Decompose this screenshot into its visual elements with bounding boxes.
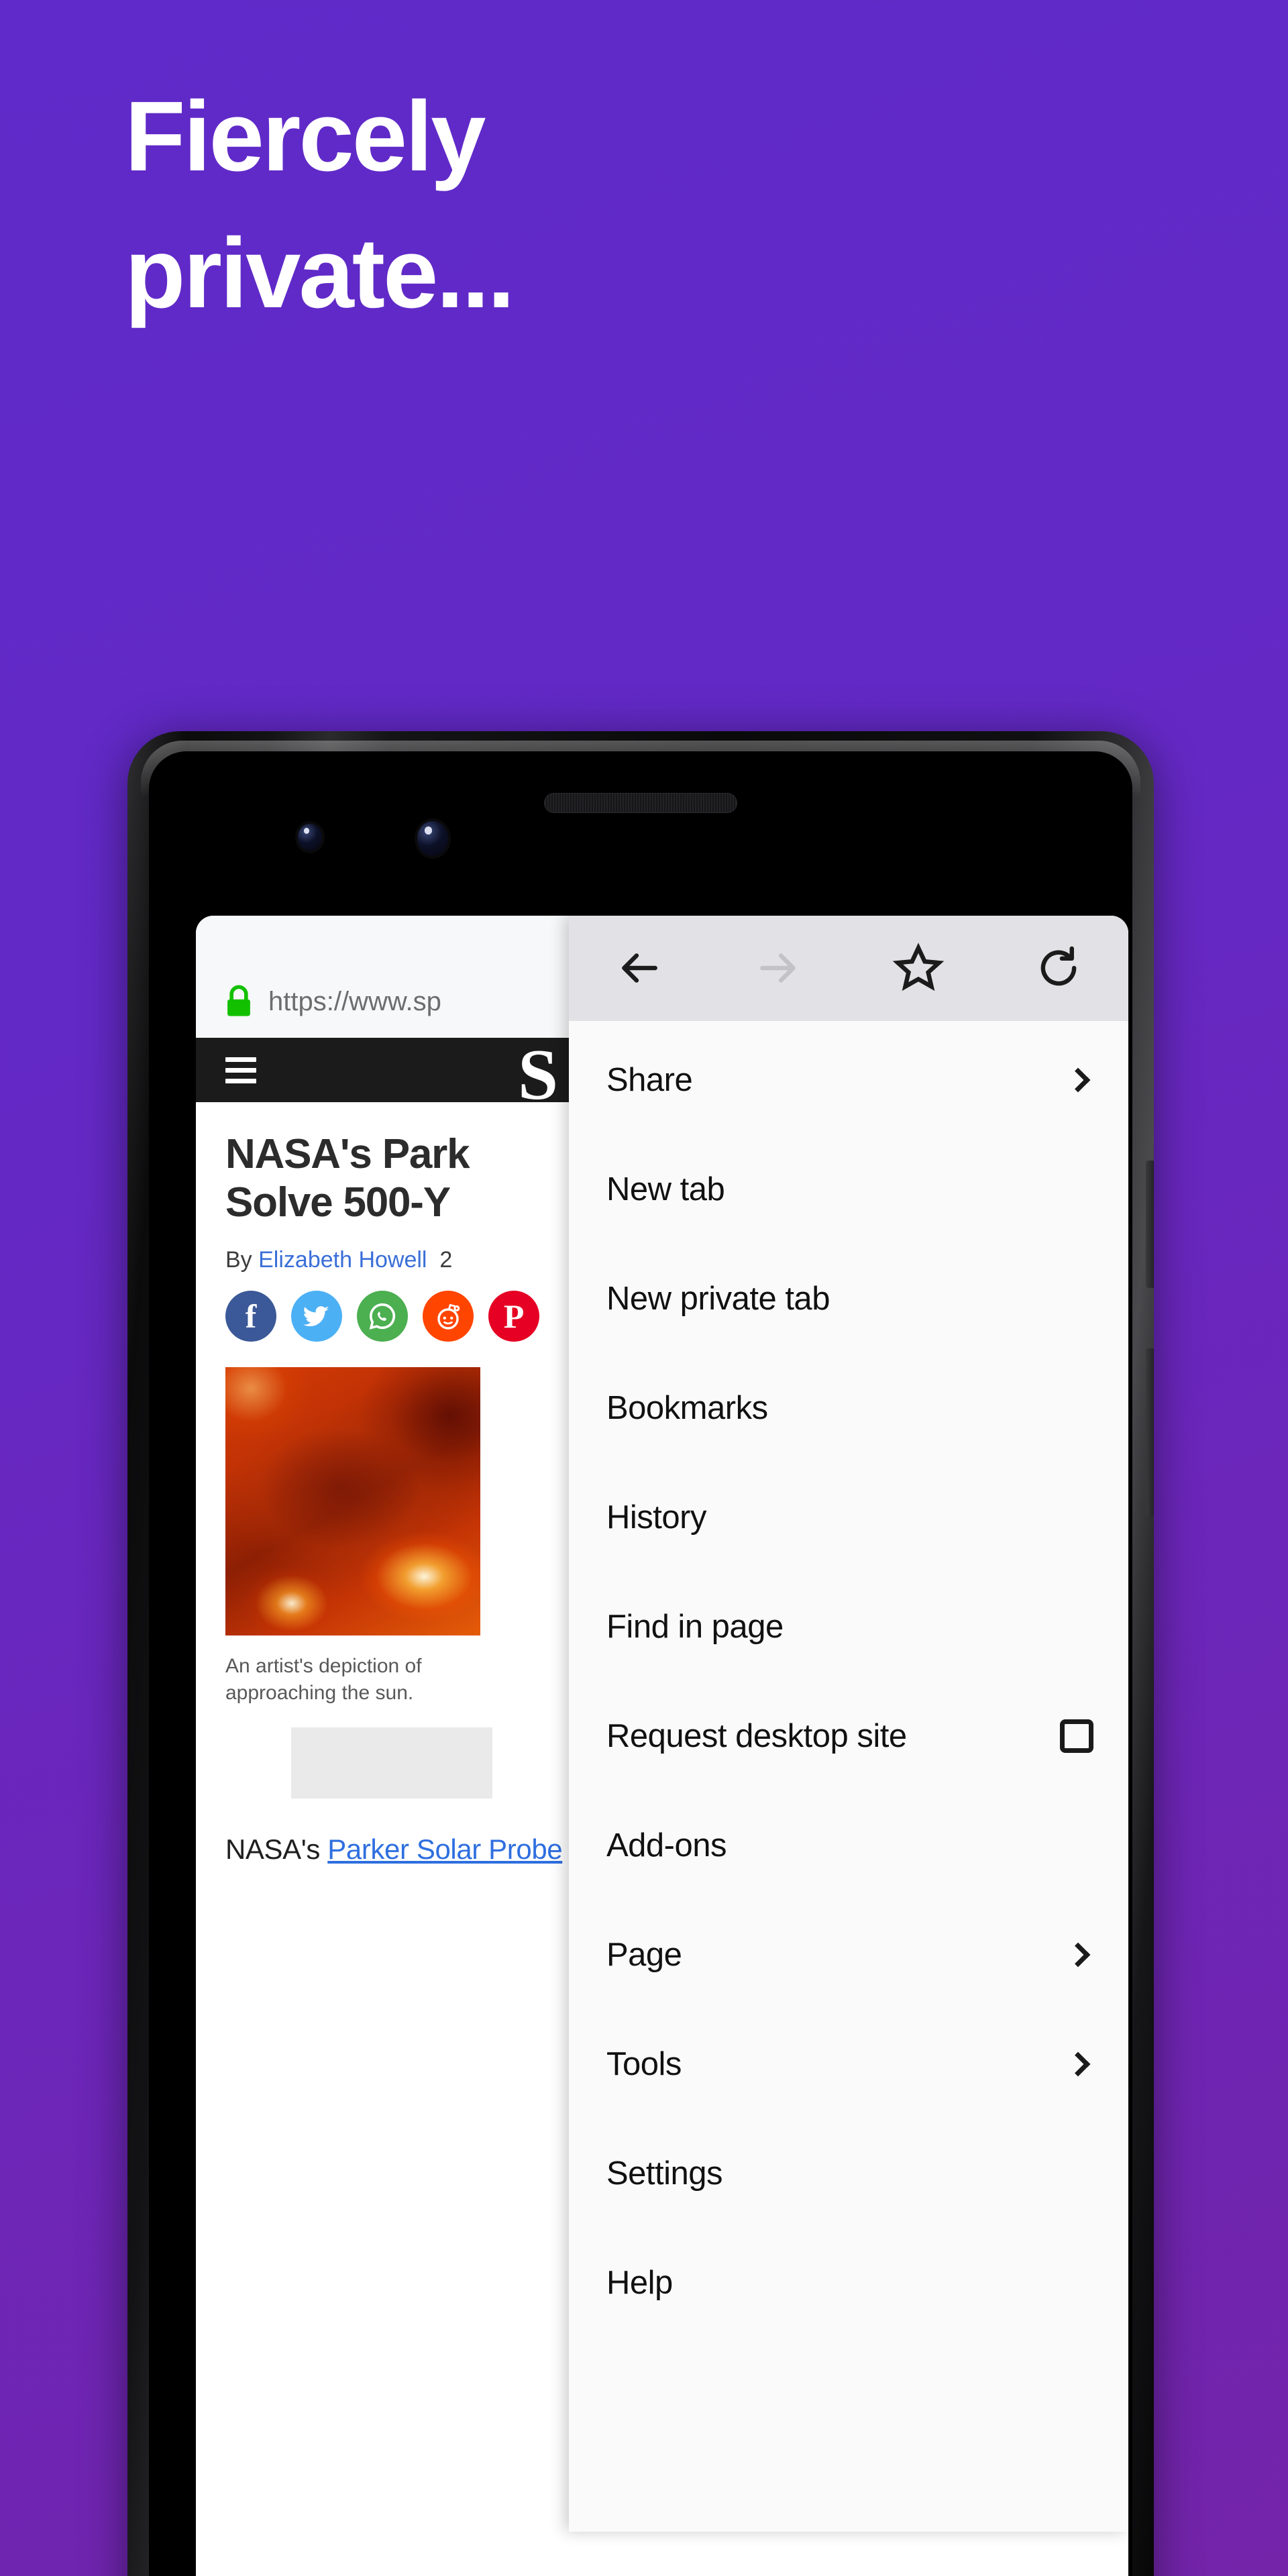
url-text: https://www.sp: [268, 986, 441, 1016]
menu-item-list: Share New tab New private tab Bookmarks …: [569, 1021, 1128, 2337]
article-hero-image: [225, 1366, 480, 1635]
menu-item-label: Share: [606, 1061, 693, 1098]
request-desktop-site-checkbox[interactable]: [1060, 1719, 1093, 1753]
menu-item-label: Tools: [606, 2045, 682, 2082]
reload-button[interactable]: [989, 943, 1129, 993]
menu-item-help[interactable]: Help: [569, 2228, 1128, 2337]
phone-screen: 12:30 https://www.sp S NASA's: [149, 751, 1132, 2576]
menu-item-new-tab[interactable]: New tab: [569, 1134, 1128, 1244]
browser-viewport: 12:30 https://www.sp S NASA's: [196, 916, 1128, 2576]
front-camera-sensor-icon: [298, 824, 322, 851]
headline-line-2: private...: [125, 218, 515, 329]
menu-item-page[interactable]: Page: [569, 1900, 1128, 2009]
pinterest-share-icon[interactable]: P: [488, 1290, 539, 1342]
menu-item-label: Add-ons: [606, 1827, 727, 1864]
lock-icon: [227, 985, 250, 1016]
menu-item-bookmarks[interactable]: Bookmarks: [569, 1353, 1128, 1462]
menu-item-history[interactable]: History: [569, 1462, 1128, 1572]
bookmark-star-icon[interactable]: [849, 942, 989, 994]
menu-item-label: New tab: [606, 1171, 725, 1208]
phone-mockup: 12:30 https://www.sp S NASA's: [127, 731, 1154, 2576]
menu-item-label: Help: [606, 2264, 673, 2301]
headline-line-1: Fiercely: [125, 81, 486, 192]
volume-button[interactable]: [1146, 1348, 1154, 1516]
menu-item-label: Find in page: [606, 1608, 784, 1645]
power-button[interactable]: [1146, 1161, 1154, 1288]
front-camera-icon: [417, 821, 448, 856]
body-prefix: NASA's: [225, 1833, 328, 1865]
menu-item-request-desktop-site[interactable]: Request desktop site: [569, 1681, 1128, 1790]
menu-item-label: Page: [606, 1936, 682, 1973]
menu-item-label: New private tab: [606, 1280, 830, 1317]
twitter-share-icon[interactable]: [291, 1290, 342, 1342]
menu-item-add-ons[interactable]: Add-ons: [569, 1790, 1128, 1900]
facebook-share-icon[interactable]: f: [225, 1290, 276, 1342]
forward-button: [709, 943, 849, 993]
ad-placeholder: [291, 1727, 492, 1799]
hamburger-icon[interactable]: [225, 1051, 256, 1089]
menu-toolbar: [569, 916, 1128, 1021]
earpiece-speaker: [544, 793, 737, 813]
byline-date: 2: [439, 1246, 453, 1273]
browser-menu-panel: Share New tab New private tab Bookmarks …: [569, 916, 1128, 2532]
back-button[interactable]: [569, 943, 709, 993]
page-title: Fiercely private...: [125, 87, 930, 323]
chevron-right-icon: [1065, 2051, 1091, 2076]
site-logo: S: [518, 1035, 559, 1115]
menu-item-find-in-page[interactable]: Find in page: [569, 1572, 1128, 1681]
byline-author-link[interactable]: Elizabeth Howell: [258, 1247, 427, 1273]
menu-item-label: Settings: [606, 2155, 723, 2192]
menu-item-label: History: [606, 1499, 706, 1536]
whatsapp-share-icon[interactable]: [357, 1290, 408, 1342]
chevron-right-icon: [1065, 1942, 1091, 1967]
menu-item-tools[interactable]: Tools: [569, 2009, 1128, 2118]
byline-prefix: By: [225, 1246, 259, 1273]
menu-item-settings[interactable]: Settings: [569, 2118, 1128, 2228]
parker-solar-probe-link[interactable]: Parker Solar Probe: [327, 1833, 562, 1865]
chevron-right-icon: [1065, 1067, 1091, 1092]
menu-item-new-private-tab[interactable]: New private tab: [569, 1244, 1128, 1353]
reddit-share-icon[interactable]: [423, 1290, 474, 1342]
menu-item-label: Bookmarks: [606, 1389, 768, 1426]
menu-item-label: Request desktop site: [606, 1717, 907, 1754]
menu-item-share[interactable]: Share: [569, 1025, 1128, 1134]
